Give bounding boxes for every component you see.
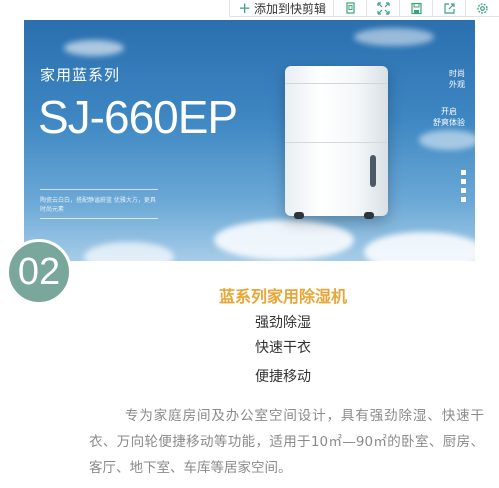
share-icon: [443, 2, 455, 14]
image-toolbar: + 添加到快剪辑: [229, 0, 499, 17]
product-banner: 家用蓝系列 SJ-660EP 陶瓷云白白，搭配静谧蔚蓝 优雅大方，更具时尚元素 …: [24, 20, 475, 261]
dehumidifier-image: [285, 66, 388, 216]
feature-1: 强劲除湿: [255, 315, 311, 331]
add-to-clip-label: 添加到快剪辑: [253, 1, 326, 16]
save-button[interactable]: [400, 0, 433, 16]
save-icon: [410, 2, 422, 14]
settings-button[interactable]: [466, 0, 499, 16]
banner-series: 家用蓝系列: [40, 66, 121, 84]
expand-button[interactable]: [367, 0, 400, 16]
settings-icon: [477, 2, 488, 14]
wheel-right: [364, 212, 374, 219]
copy-icon: [345, 1, 355, 14]
copy-button[interactable]: [334, 0, 367, 16]
banner-right-bottom: 开启 舒爽体验: [433, 107, 465, 127]
expand-icon: [376, 1, 390, 15]
banner-small-text: 陶瓷云白白，搭配静谧蔚蓝 优雅大方，更具时尚元素: [40, 197, 156, 213]
share-button[interactable]: [433, 0, 466, 16]
banner-right-top: 时尚 外观: [449, 69, 465, 89]
wheel-left: [294, 212, 304, 219]
plus-icon: +: [238, 0, 251, 17]
page: + 添加到快剪辑 家用蓝系列 SJ-660EP 陶瓷云白白，搭配静谧蔚蓝 优雅大…: [0, 0, 499, 488]
banner-dots: [461, 170, 466, 202]
add-to-clip-button[interactable]: + 添加到快剪辑: [230, 0, 334, 16]
feature-2: 快速干衣: [255, 340, 311, 356]
product-description: 专为家庭房间及办公室空间设计，具有强劲除湿、快速干衣、万向轮便捷移动等功能，适用…: [89, 408, 484, 476]
banner-model: SJ-660EP: [38, 91, 238, 143]
feature-3: 便捷移动: [255, 369, 311, 385]
product-title: 蓝系列家用除湿机: [218, 287, 347, 306]
